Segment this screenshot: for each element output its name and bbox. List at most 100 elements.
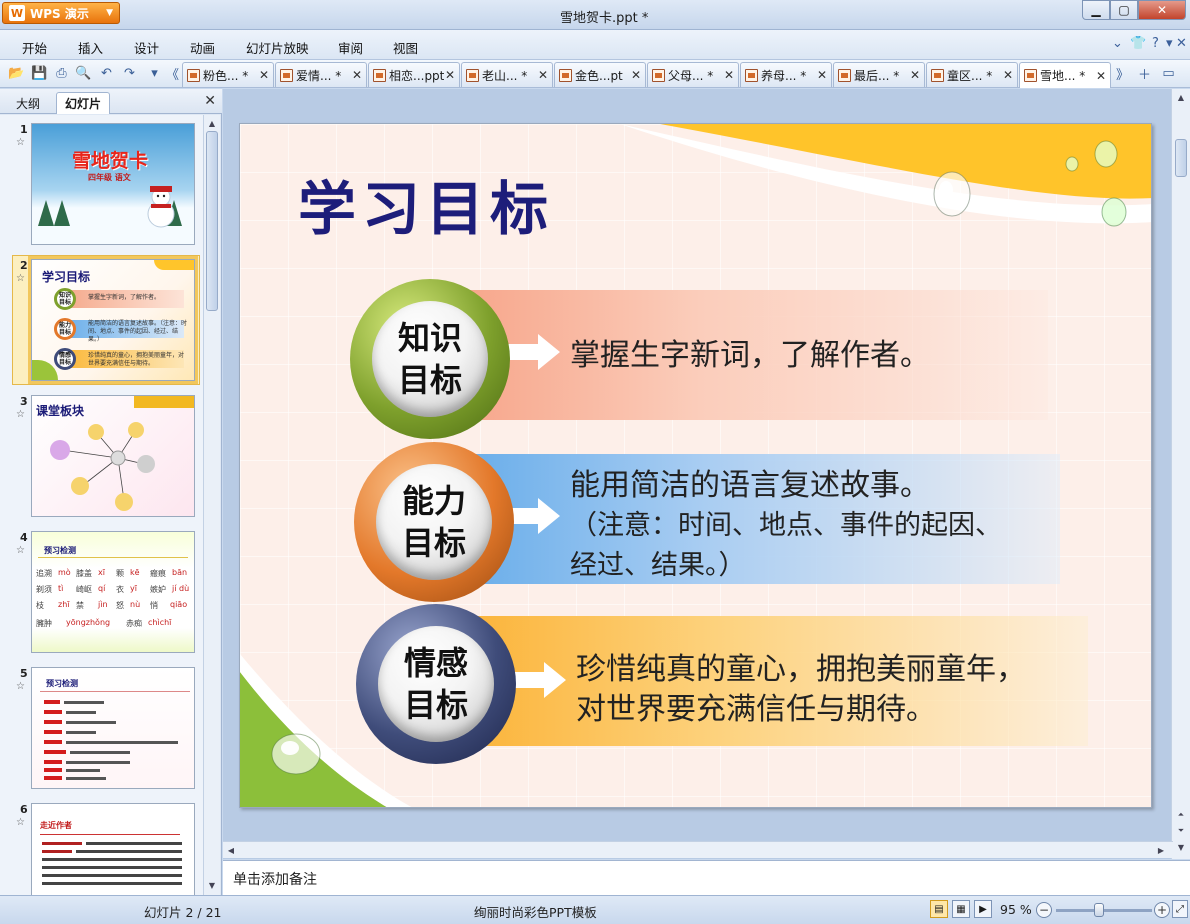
menu-slideshow[interactable]: 幻灯片放映 — [246, 38, 309, 57]
close-icon[interactable]: ✕ — [204, 93, 216, 109]
previous-slide-icon[interactable]: ⏶ — [1175, 809, 1187, 821]
scroll-right-icon[interactable]: ▶ — [1155, 844, 1167, 856]
objective-text-ability[interactable]: 能用简洁的语言复述故事。 （注意：时间、地点、事件的起因、 经过、结果。） — [570, 466, 1002, 586]
thumb-pinyin: zhī — [58, 600, 70, 609]
doc-tab-3[interactable]: 相恋...ppt ✕ — [368, 62, 460, 87]
thumb-pinyin: nù — [130, 600, 141, 609]
slide-sorter-view-icon[interactable]: ▦ — [952, 900, 970, 918]
doc-tab-5[interactable]: 金色...pt ✕ — [554, 62, 646, 87]
doc-tab-7[interactable]: 养母... * ✕ — [740, 62, 832, 87]
close-icon[interactable]: ✕ — [630, 68, 642, 82]
menu-design[interactable]: 设计 — [134, 38, 159, 57]
print-preview-icon[interactable]: 🔍 — [75, 65, 92, 82]
folder-open-icon[interactable]: 📂 — [8, 65, 25, 82]
help-icon[interactable]: ? — [1152, 36, 1159, 51]
print-icon[interactable]: ⎙ — [53, 65, 70, 82]
thumbnail-slide-6[interactable]: 6 ☆ 走近作者 — [0, 801, 204, 895]
doc-tab-8[interactable]: 最后... * ✕ — [833, 62, 925, 87]
menu-animation[interactable]: 动画 — [190, 38, 215, 57]
thumbnail-slide-2[interactable]: 2 ☆ 学习目标 知识 目标 能力 目标 情感 目标 掌握生字新词，了解作者。 能用简… — [0, 256, 204, 387]
close-icon[interactable]: ✕ — [1095, 69, 1107, 83]
close-icon[interactable]: ✕ — [444, 68, 456, 82]
close-icon[interactable]: ✕ — [351, 68, 363, 82]
thumb-line — [86, 842, 182, 845]
tab-scroll-right-icon[interactable]: 》 — [1114, 65, 1131, 83]
badge-ability[interactable]: 能力 目标 — [354, 442, 514, 602]
thumbnail-slide-4[interactable]: 4 ☆ 预习检测 追溯 mò 膝盖 xī 颗 kē 瘢痕 bān 剃须 tì 崎… — [0, 529, 204, 659]
doc-tab-4[interactable]: 老山... * ✕ — [461, 62, 553, 87]
thumbnail-image: 预习检测 追溯 mò 膝盖 xī 颗 kē 瘢痕 bān 剃须 tì 崎岖 qí… — [31, 531, 195, 653]
help-dropdown-icon[interactable]: ▾ — [1166, 36, 1173, 51]
next-slide-icon[interactable]: ⏷ — [1175, 825, 1187, 837]
zoom-in-icon[interactable]: + — [1154, 902, 1170, 918]
new-tab-icon[interactable]: ＋ — [1136, 65, 1153, 83]
scroll-left-icon[interactable]: ◀ — [225, 844, 237, 856]
tab-scroll-left-icon[interactable]: 《 — [164, 65, 181, 83]
canvas-vertical-scrollbar[interactable]: ▲ ⏶ ⏷ ▼ — [1171, 89, 1190, 859]
maximize-button[interactable]: ▢ — [1110, 0, 1138, 20]
doc-tab-active[interactable]: 雪地... * ✕ — [1019, 62, 1111, 88]
current-slide[interactable]: 学习目标 知识 目标 能力 目标 情感 目标 掌握生字新词，了解作者。 能用简洁… — [239, 123, 1152, 808]
restore-ribbon-icon[interactable]: ✕ — [1176, 36, 1187, 51]
badge-label: 能力 目标 — [401, 482, 466, 562]
tab-outline[interactable]: 大纲 — [8, 92, 48, 114]
canvas-horizontal-scrollbar[interactable]: ◀ ▶ — [223, 841, 1173, 858]
close-icon[interactable]: ✕ — [1002, 68, 1014, 82]
notes-pane[interactable]: 单击添加备注 — [223, 860, 1190, 895]
thumb-line — [44, 760, 62, 764]
tab-slides[interactable]: 幻灯片 — [56, 92, 111, 114]
slide-editor-canvas[interactable]: 学习目标 知识 目标 能力 目标 情感 目标 掌握生字新词，了解作者。 能用简洁… — [223, 89, 1190, 859]
scrollbar-thumb[interactable] — [206, 131, 218, 311]
menu-view[interactable]: 视图 — [393, 38, 418, 57]
close-icon[interactable]: ✕ — [909, 68, 921, 82]
menu-insert[interactable]: 插入 — [78, 38, 103, 57]
badge-emotion[interactable]: 情感 目标 — [356, 604, 516, 764]
slideshow-view-icon[interactable]: ▶ — [974, 900, 992, 918]
fit-window-icon[interactable]: ⤢ — [1172, 900, 1188, 918]
thumb-line — [66, 761, 130, 764]
slide-title[interactable]: 学习目标 — [298, 162, 554, 246]
zoom-slider-track[interactable] — [1056, 909, 1152, 912]
doc-tab-9[interactable]: 童区... * ✕ — [926, 62, 1018, 87]
close-icon[interactable]: ✕ — [816, 68, 828, 82]
close-icon[interactable]: ✕ — [537, 68, 549, 82]
close-icon[interactable]: ✕ — [258, 68, 270, 82]
animation-star-icon: ☆ — [16, 409, 25, 420]
badge-knowledge[interactable]: 知识 目标 — [350, 279, 510, 439]
thumbnail-scrollbar[interactable]: ▲ ▼ — [203, 115, 220, 895]
window-layout-icon[interactable]: ▭ — [1160, 65, 1177, 82]
skin-shirt-icon[interactable]: 👕 — [1130, 36, 1146, 51]
save-icon[interactable]: 💾 — [31, 65, 48, 82]
doc-tab-6[interactable]: 父母... * ✕ — [647, 62, 739, 87]
doc-tab-1[interactable]: 粉色... * ✕ — [182, 62, 274, 87]
close-window-button[interactable]: ✕ — [1138, 0, 1186, 20]
wps-app-menu-button[interactable]: W WPS 演示 ▼ — [2, 2, 120, 24]
undo-icon[interactable]: ↶ — [98, 65, 115, 82]
thumb-line — [44, 710, 62, 714]
minimize-button[interactable]: ▁ — [1082, 0, 1110, 20]
objective-text-knowledge[interactable]: 掌握生字新词，了解作者。 — [570, 336, 930, 376]
scroll-up-icon[interactable]: ▲ — [206, 117, 218, 129]
scroll-down-icon[interactable]: ▼ — [1175, 841, 1187, 853]
thumbnail-slide-3[interactable]: 3 ☆ 课堂板块 — [0, 393, 204, 523]
scroll-up-icon[interactable]: ▲ — [1175, 91, 1187, 103]
menu-home[interactable]: 开始 — [22, 38, 47, 57]
scrollbar-thumb[interactable] — [1175, 139, 1187, 177]
notes-placeholder[interactable]: 单击添加备注 — [233, 869, 317, 889]
doc-tab-2[interactable]: 爱情... * ✕ — [275, 62, 367, 87]
normal-view-icon[interactable]: ▤ — [930, 900, 948, 918]
customize-toolbar-icon[interactable]: ▾ — [146, 65, 163, 82]
thumb-hanzi: 赤痴 — [126, 619, 142, 628]
close-icon[interactable]: ✕ — [723, 68, 735, 82]
objective-text-emotion[interactable]: 珍惜纯真的童心，拥抱美丽童年， 对世界要充满信任与期待。 — [576, 650, 1026, 730]
menu-review[interactable]: 审阅 — [338, 38, 363, 57]
thumb-line — [66, 711, 96, 714]
thumbnail-slide-1[interactable]: 1 ☆ 雪地贺卡 四年级 语文 — [0, 121, 204, 251]
redo-icon[interactable]: ↷ — [121, 65, 138, 82]
scroll-down-icon[interactable]: ▼ — [206, 879, 218, 891]
thumbnail-slide-5[interactable]: 5 ☆ 预习检测 — [0, 665, 204, 795]
zoom-slider-knob[interactable] — [1094, 903, 1104, 917]
zoom-out-icon[interactable]: − — [1036, 902, 1052, 918]
ppt-file-icon — [466, 68, 479, 82]
collapse-ribbon-icon[interactable]: ⌄ — [1112, 36, 1123, 51]
